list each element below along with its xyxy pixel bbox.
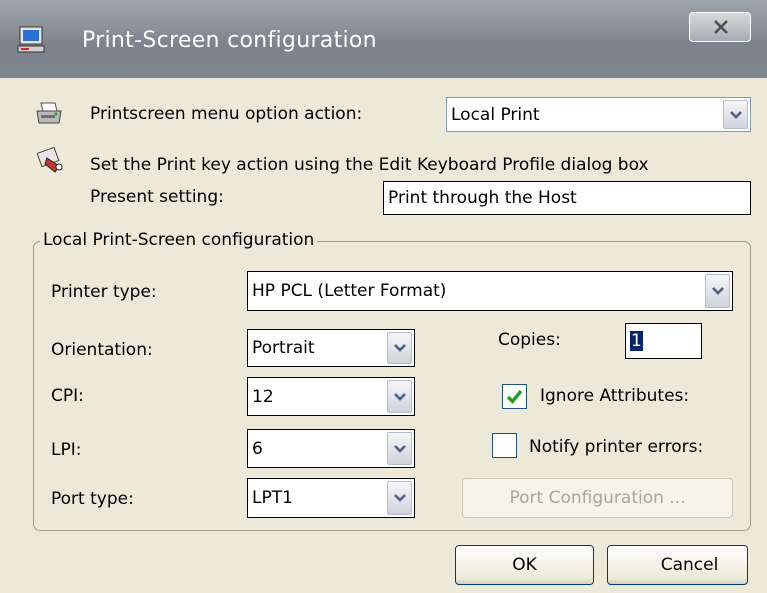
printscreen-action-select[interactable]: Local Print bbox=[446, 97, 751, 132]
ok-label: OK bbox=[512, 555, 537, 575]
port-type-label: Port type: bbox=[51, 489, 134, 509]
close-icon bbox=[714, 20, 728, 34]
orientation-value: Portrait bbox=[252, 338, 315, 358]
chevron-down-icon bbox=[394, 494, 406, 502]
dropdown-button[interactable] bbox=[387, 380, 412, 413]
group-title: Local Print-Screen configuration bbox=[40, 230, 318, 250]
chevron-down-icon bbox=[730, 110, 742, 119]
printer-icon bbox=[35, 101, 63, 132]
dropdown-button[interactable] bbox=[387, 332, 412, 364]
chevron-down-icon bbox=[394, 344, 406, 352]
copies-label: Copies: bbox=[498, 330, 561, 350]
dropdown-button[interactable] bbox=[723, 100, 748, 129]
window-title: Print-Screen configuration bbox=[82, 28, 377, 53]
computer-icon bbox=[17, 26, 47, 54]
port-type-select[interactable]: LPT1 bbox=[247, 478, 415, 518]
dropdown-button[interactable] bbox=[387, 481, 412, 515]
printscreen-action-label: Printscreen menu option action: bbox=[90, 104, 363, 124]
printer-type-value: HP PCL (Letter Format) bbox=[252, 281, 447, 301]
dropdown-button[interactable] bbox=[705, 274, 730, 308]
cancel-button[interactable]: Cancel bbox=[607, 545, 748, 585]
cancel-label: Cancel bbox=[660, 555, 719, 575]
ignore-attributes-checkbox[interactable] bbox=[502, 384, 527, 409]
cpi-label: CPI: bbox=[51, 386, 84, 406]
lpi-label: LPI: bbox=[51, 440, 82, 460]
chevron-down-icon bbox=[712, 287, 724, 295]
copies-value: 1 bbox=[630, 331, 643, 351]
checkmark-icon bbox=[506, 389, 523, 405]
printscreen-action-value: Local Print bbox=[451, 104, 540, 125]
dropdown-button[interactable] bbox=[387, 432, 412, 465]
ignore-attributes-label: Ignore Attributes: bbox=[540, 386, 690, 406]
orientation-select[interactable]: Portrait bbox=[247, 329, 415, 367]
lpi-select[interactable]: 6 bbox=[247, 429, 415, 468]
ok-button[interactable]: OK bbox=[455, 545, 594, 585]
printer-type-label: Printer type: bbox=[51, 282, 157, 302]
print-key-info: Set the Print key action using the Edit … bbox=[90, 155, 649, 175]
notify-errors-checkbox[interactable] bbox=[492, 433, 517, 458]
port-configuration-button[interactable]: Port Configuration ... bbox=[462, 478, 733, 518]
present-setting-label: Present setting: bbox=[90, 187, 224, 207]
orientation-label: Orientation: bbox=[51, 340, 153, 360]
chevron-down-icon bbox=[394, 444, 406, 453]
title-bar[interactable]: Print-Screen configuration bbox=[0, 0, 767, 78]
present-setting-value: Print through the Host bbox=[388, 188, 577, 208]
port-configuration-label: Port Configuration ... bbox=[509, 488, 686, 508]
cpi-select[interactable]: 12 bbox=[247, 377, 415, 416]
copies-field[interactable]: 1 bbox=[625, 323, 702, 359]
close-button[interactable] bbox=[689, 12, 751, 42]
keyboard-hand-icon bbox=[36, 146, 65, 179]
present-setting-field: Print through the Host bbox=[383, 181, 751, 215]
chevron-down-icon bbox=[394, 392, 406, 401]
notify-errors-label: Notify printer errors: bbox=[529, 437, 704, 457]
cpi-value: 12 bbox=[252, 386, 274, 407]
lpi-value: 6 bbox=[252, 438, 263, 459]
port-type-value: LPT1 bbox=[252, 488, 293, 508]
printer-type-select[interactable]: HP PCL (Letter Format) bbox=[247, 271, 733, 311]
